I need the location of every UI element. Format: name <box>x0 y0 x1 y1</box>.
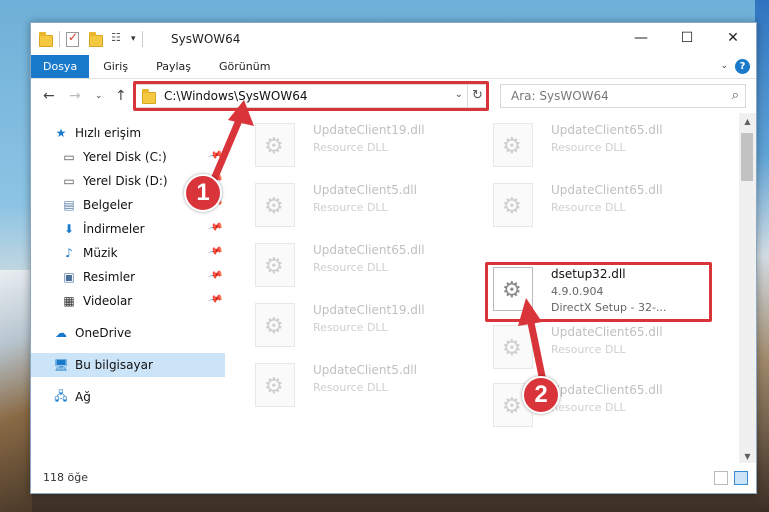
annotation-arrows <box>208 100 548 390</box>
arrow-head-address <box>228 100 254 126</box>
arrow-head-file <box>518 298 542 326</box>
callout-step-2: 2 <box>522 376 560 414</box>
callout-step-1: 1 <box>184 174 222 212</box>
arrow-to-address <box>208 114 244 188</box>
